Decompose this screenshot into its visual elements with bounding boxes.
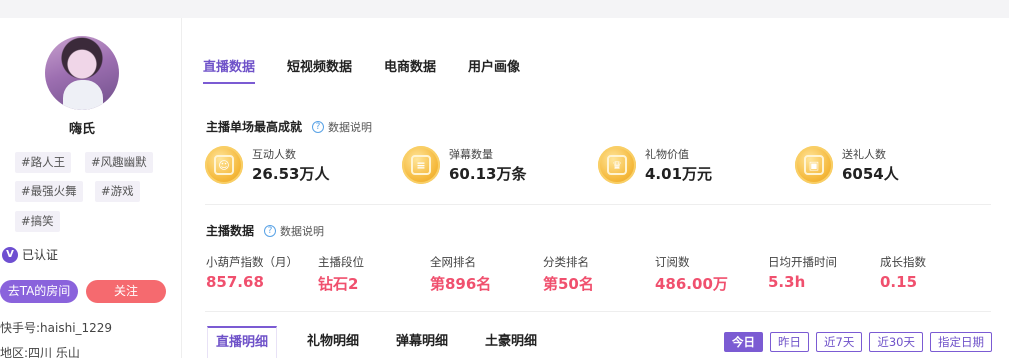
- verified-label: 已认证: [22, 248, 59, 262]
- achievement-gifters: ▣ 送礼人数 6054人: [795, 146, 899, 184]
- achievement-value: 6054人: [842, 165, 899, 183]
- gift-medal-icon: ♛: [598, 146, 636, 184]
- achievement-value: 4.01万元: [645, 165, 713, 183]
- metric-label: 主播段位: [318, 255, 364, 269]
- date-range-buttons: 今日 昨日 近7天 近30天 指定日期: [717, 332, 992, 352]
- achievements-title-text: 主播单场最高成就: [206, 120, 303, 134]
- tab-gift-detail[interactable]: 礼物明细: [307, 326, 359, 358]
- metric-label: 分类排名: [543, 255, 589, 269]
- danmaku-medal-icon: ≡: [402, 146, 440, 184]
- range-yesterday-button[interactable]: 昨日: [770, 332, 810, 352]
- achievements-help-link[interactable]: ? 数据说明: [312, 119, 372, 135]
- streamer-name: 嗨氏: [68, 122, 95, 137]
- metric-value: 第50名: [543, 275, 594, 293]
- range-7days-button[interactable]: 近7天: [816, 332, 863, 352]
- range-custom-date-button[interactable]: 指定日期: [930, 332, 992, 352]
- metric-value: 5.3h: [768, 273, 806, 291]
- achievement-label: 弹幕数量: [449, 148, 493, 161]
- achievement-value: 60.13万条: [449, 165, 527, 183]
- metric-label: 小葫芦指数（月）: [206, 255, 298, 269]
- tag-chip[interactable]: #路人王: [15, 152, 72, 173]
- metric-xiaohulu-index: 小葫芦指数（月） 857.68: [206, 254, 298, 291]
- tab-live-detail[interactable]: 直播明细: [207, 326, 278, 358]
- visit-room-button[interactable]: 去TA的房间: [0, 280, 78, 303]
- divider: [205, 311, 991, 312]
- divider: [205, 204, 991, 205]
- metric-daily-live-time: 日均开播时间 5.3h: [768, 254, 837, 291]
- metrics-title: 主播数据 ? 数据说明: [206, 222, 324, 239]
- tab-ecommerce-data[interactable]: 电商数据: [384, 56, 436, 84]
- range-today-button[interactable]: 今日: [724, 332, 764, 352]
- question-icon: ?: [312, 120, 325, 133]
- verified-icon: V: [2, 246, 18, 263]
- metric-value: 钻石2: [318, 275, 359, 293]
- metric-value: 486.00万: [655, 275, 728, 293]
- tag-chip[interactable]: #游戏: [95, 181, 140, 202]
- metric-label: 成长指数: [880, 255, 926, 269]
- help-label: 数据说明: [280, 224, 325, 238]
- metric-label: 订阅数: [655, 255, 690, 269]
- achievements-title: 主播单场最高成就 ? 数据说明: [206, 118, 372, 135]
- question-icon: ?: [264, 224, 277, 237]
- gifter-medal-icon: ▣: [795, 146, 833, 184]
- metric-growth-index: 成长指数 0.15: [880, 254, 926, 291]
- achievement-danmaku: ≡ 弹幕数量 60.13万条: [402, 146, 526, 184]
- metric-category-rank: 分类排名第50名: [543, 254, 594, 294]
- metric-value: 857.68: [206, 273, 264, 291]
- avatar[interactable]: [45, 36, 119, 110]
- metrics-help-link[interactable]: ? 数据说明: [264, 223, 324, 239]
- metric-label: 全网排名: [430, 255, 476, 269]
- tag-chip[interactable]: #搞笑: [15, 211, 60, 232]
- profile-sidebar: 嗨氏 #路人王 #风趣幽默 #最强火舞 #游戏 #搞笑 V 已认证 去TA的房间…: [0, 18, 182, 358]
- metrics-row: 小葫芦指数（月） 857.68 主播段位钻石2 全网排名第896名 分类排名第50…: [206, 254, 996, 294]
- tab-short-video-data[interactable]: 短视频数据: [287, 56, 352, 84]
- tab-user-profile[interactable]: 用户画像: [468, 56, 520, 84]
- achievement-interaction: ☺ 互动人数 26.53万人: [205, 146, 329, 184]
- metric-global-rank: 全网排名第896名: [430, 254, 491, 294]
- tab-live-data[interactable]: 直播数据: [203, 56, 256, 84]
- tag-chip[interactable]: #最强火舞: [15, 181, 83, 202]
- metric-value: 0.15: [880, 273, 918, 291]
- achievement-value: 26.53万人: [252, 165, 330, 183]
- metrics-title-text: 主播数据: [206, 224, 255, 238]
- metric-rank-tier: 主播段位钻石2: [318, 254, 364, 294]
- follow-button[interactable]: 关注: [86, 280, 166, 303]
- range-30days-button[interactable]: 近30天: [869, 332, 923, 352]
- metric-label: 日均开播时间: [768, 255, 837, 269]
- achievement-label: 送礼人数: [842, 148, 886, 161]
- data-tabs: 直播数据 短视频数据 电商数据 用户画像: [203, 56, 552, 84]
- help-label: 数据说明: [328, 120, 373, 134]
- top-strip: [0, 0, 1009, 18]
- verified-badge: V 已认证: [2, 246, 58, 263]
- kuaishou-id: 快手号:haishi_1229: [0, 321, 113, 335]
- tag-chip[interactable]: #风趣幽默: [85, 152, 153, 173]
- achievement-label: 礼物价值: [645, 148, 689, 161]
- tab-top-gifter-detail[interactable]: 土豪明细: [485, 326, 537, 358]
- achievements-row: ☺ 互动人数 26.53万人 ≡ 弹幕数量 60.13万条 ♛ 礼物价值 4.01万元…: [205, 146, 1005, 196]
- metric-subscribers: 订阅数 486.00万: [655, 254, 728, 294]
- region: 地区:四川 乐山: [0, 346, 80, 358]
- achievement-gift-value: ♛ 礼物价值 4.01万元: [598, 146, 712, 184]
- achievement-label: 互动人数: [252, 148, 296, 161]
- metric-value: 第896名: [430, 275, 492, 293]
- interaction-medal-icon: ☺: [205, 146, 243, 184]
- tab-danmaku-detail[interactable]: 弹幕明细: [396, 326, 448, 358]
